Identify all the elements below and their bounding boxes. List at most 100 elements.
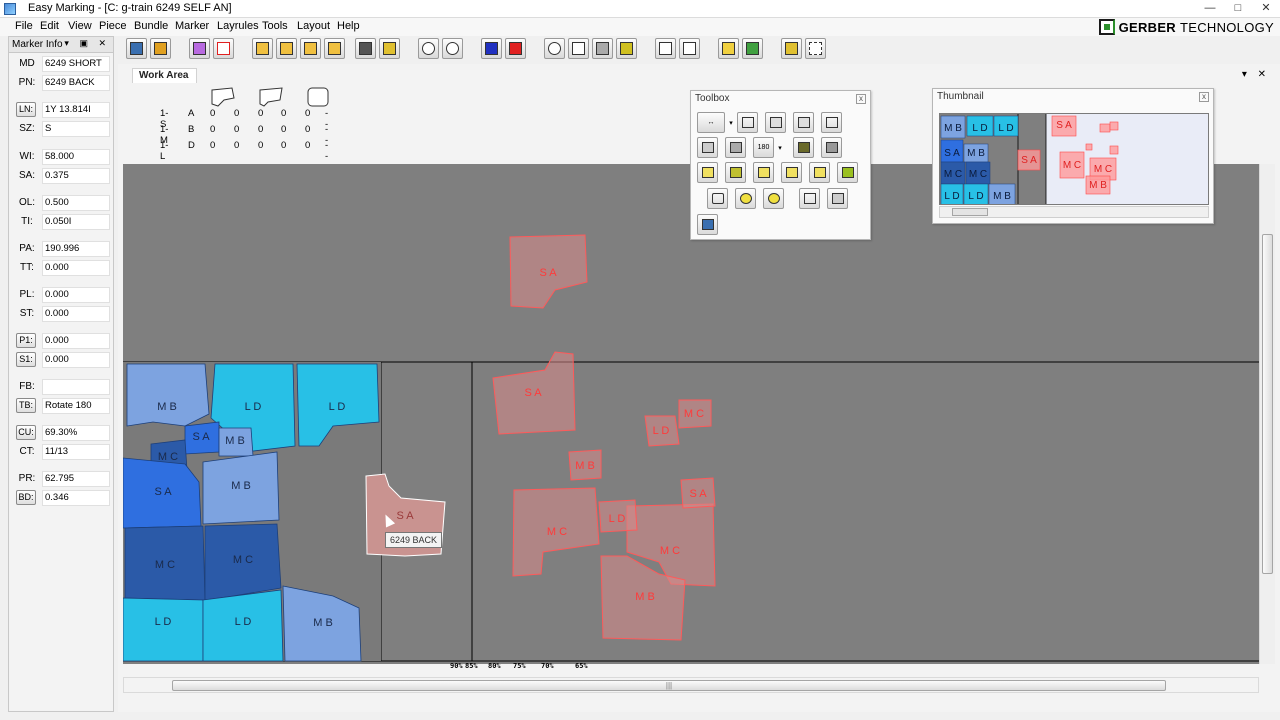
overlap-check-icon[interactable] bbox=[679, 38, 700, 59]
piece-yellow-icon[interactable] bbox=[697, 162, 718, 183]
horizontal-move-icon[interactable]: ↔ bbox=[697, 112, 725, 133]
piece-block-icon[interactable] bbox=[821, 137, 842, 158]
rectangle-icon[interactable] bbox=[799, 188, 820, 209]
field-cu-value[interactable]: 69.30% bbox=[42, 425, 110, 441]
menu-layout[interactable]: Layout bbox=[297, 20, 330, 32]
piece-frame-alt-icon[interactable] bbox=[781, 162, 802, 183]
chevron-down-icon[interactable]: ▾ bbox=[726, 112, 736, 133]
tb-button[interactable]: TB: bbox=[16, 398, 36, 413]
bump-center-icon[interactable] bbox=[765, 112, 786, 133]
work-area-controls[interactable]: ▾ ✕ bbox=[1242, 69, 1270, 80]
field-ol-value[interactable]: 0.500 bbox=[42, 195, 110, 211]
field-pl-value[interactable]: 0.000 bbox=[42, 287, 110, 303]
piece-list-icon[interactable] bbox=[697, 214, 718, 235]
maximize-button[interactable]: □ bbox=[1224, 0, 1252, 18]
thumbnail-canvas[interactable]: M B L D L D S A M B M C M C L D L D M B bbox=[939, 113, 1209, 205]
add-piece-icon[interactable] bbox=[718, 38, 739, 59]
align-pieces-icon[interactable] bbox=[655, 38, 676, 59]
piece-stack-icon[interactable] bbox=[697, 137, 718, 158]
zoom-fit-icon[interactable] bbox=[568, 38, 589, 59]
bump-left-icon[interactable] bbox=[737, 112, 758, 133]
thumbnail-header[interactable]: Thumbnail x bbox=[933, 89, 1213, 105]
menu-view[interactable]: View bbox=[68, 20, 92, 32]
thumbnail-scroll-thumb[interactable] bbox=[952, 208, 988, 216]
grid-view-icon[interactable] bbox=[189, 38, 210, 59]
add-bundle-icon[interactable] bbox=[742, 38, 763, 59]
save-as-icon[interactable] bbox=[379, 38, 400, 59]
ln-button[interactable]: LN: bbox=[16, 102, 36, 117]
piece-move-arrow-icon[interactable] bbox=[725, 162, 746, 183]
folder-swap-icon[interactable] bbox=[324, 38, 345, 59]
save-icon[interactable] bbox=[355, 38, 376, 59]
field-sz-value[interactable]: S bbox=[42, 121, 110, 137]
horizontal-scroll-thumb[interactable]: ||| bbox=[172, 680, 1166, 691]
piece-flag-icon[interactable] bbox=[505, 38, 526, 59]
thumbnail-scrollbar[interactable] bbox=[939, 206, 1209, 218]
piece-corner-icon[interactable] bbox=[809, 162, 830, 183]
field-tt-value[interactable]: 0.000 bbox=[42, 260, 110, 276]
field-fb-value[interactable] bbox=[42, 379, 110, 395]
copy-marker-icon[interactable] bbox=[781, 38, 802, 59]
field-pn-value[interactable]: 6249 BACK bbox=[42, 75, 110, 91]
panel-controls[interactable]: ▾ ▣ ✕ bbox=[64, 38, 110, 49]
select-region-icon[interactable] bbox=[805, 38, 826, 59]
field-pa-value[interactable]: 190.996 bbox=[42, 241, 110, 257]
field-tb-value[interactable]: Rotate 180 bbox=[42, 398, 110, 414]
menu-bundle[interactable]: Bundle bbox=[134, 20, 168, 32]
vertical-scrollbar[interactable] bbox=[1259, 164, 1275, 664]
undo-icon[interactable] bbox=[418, 38, 439, 59]
open-folder-prev-icon[interactable] bbox=[300, 38, 321, 59]
rotate-180-icon[interactable]: 180 bbox=[753, 137, 774, 158]
field-st-value[interactable]: 0.000 bbox=[42, 306, 110, 322]
piece-group-icon[interactable] bbox=[725, 137, 746, 158]
s1-button[interactable]: S1: bbox=[16, 352, 36, 367]
marker-open-icon[interactable] bbox=[126, 38, 147, 59]
marker-wizard-icon[interactable] bbox=[150, 38, 171, 59]
bd-button[interactable]: BD: bbox=[16, 490, 36, 505]
piece-frame-icon[interactable] bbox=[753, 162, 774, 183]
lightbulb-alt-icon[interactable] bbox=[763, 188, 784, 209]
horizontal-scrollbar[interactable]: ||| bbox=[123, 677, 1259, 693]
p1-button[interactable]: P1: bbox=[16, 333, 36, 348]
field-p1-value[interactable]: 0.000 bbox=[42, 333, 110, 349]
bump-right-icon[interactable] bbox=[793, 112, 814, 133]
menu-tools[interactable]: Tools bbox=[262, 20, 288, 32]
cu-button[interactable]: CU: bbox=[16, 425, 36, 440]
vertical-scroll-thumb[interactable] bbox=[1262, 234, 1273, 574]
menu-marker[interactable]: Marker bbox=[175, 20, 209, 32]
field-sa-value[interactable]: 0.375 bbox=[42, 168, 110, 184]
piece-grid-icon[interactable] bbox=[837, 162, 858, 183]
piece-color-icon[interactable] bbox=[481, 38, 502, 59]
field-bd-value[interactable]: 0.346 bbox=[42, 490, 110, 506]
minimize-button[interactable]: — bbox=[1196, 0, 1224, 18]
field-pr-value[interactable]: 62.795 bbox=[42, 471, 110, 487]
field-s1-value[interactable]: 0.000 bbox=[42, 352, 110, 368]
zoom-piece-icon[interactable] bbox=[616, 38, 637, 59]
piece-tag-icon[interactable] bbox=[707, 188, 728, 209]
lightbulb-icon[interactable] bbox=[735, 188, 756, 209]
toolbox-header[interactable]: Toolbox x bbox=[691, 91, 870, 107]
delete-icon[interactable] bbox=[213, 38, 234, 59]
chevron-down-icon[interactable]: ▾ bbox=[775, 137, 785, 158]
bump-end-icon[interactable] bbox=[821, 112, 842, 133]
zoom-in-icon[interactable] bbox=[544, 38, 565, 59]
piece-flip-icon[interactable] bbox=[793, 137, 814, 158]
menu-file[interactable]: File bbox=[15, 20, 33, 32]
redo-icon[interactable] bbox=[442, 38, 463, 59]
zoom-window-icon[interactable] bbox=[592, 38, 613, 59]
tab-work-area[interactable]: Work Area bbox=[132, 68, 198, 83]
open-folder-icon[interactable] bbox=[252, 38, 273, 59]
field-ct-value[interactable]: 11/13 bbox=[42, 444, 110, 460]
toolbox-close-button[interactable]: x bbox=[856, 94, 866, 104]
close-button[interactable]: ✕ bbox=[1252, 0, 1280, 18]
menu-piece[interactable]: Piece bbox=[99, 20, 127, 32]
menu-help[interactable]: Help bbox=[337, 20, 360, 32]
menu-edit[interactable]: Edit bbox=[40, 20, 59, 32]
thumbnail-close-button[interactable]: x bbox=[1199, 92, 1209, 102]
open-folder-next-icon[interactable] bbox=[276, 38, 297, 59]
menu-layrules[interactable]: Layrules bbox=[217, 20, 259, 32]
field-md-value[interactable]: 6249 SHORT bbox=[42, 56, 110, 72]
field-ti-value[interactable]: 0.050I bbox=[42, 214, 110, 230]
rectangle-shadow-icon[interactable] bbox=[827, 188, 848, 209]
field-ln-value[interactable]: 1Y 13.814I bbox=[42, 102, 110, 118]
